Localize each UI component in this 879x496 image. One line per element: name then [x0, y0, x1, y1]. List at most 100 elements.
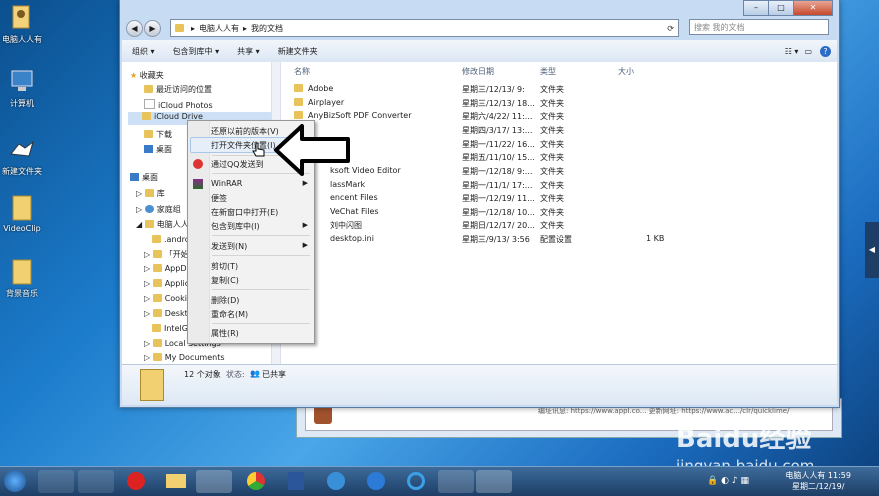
desktop-icon-label: 新建文件夹 [2, 167, 42, 176]
submenu-arrow-icon: ▶ [302, 241, 308, 249]
taskbar-ie[interactable] [398, 470, 434, 493]
start-button[interactable] [4, 470, 26, 492]
nav-user[interactable]: ◢ 电脑人人 [136, 219, 189, 230]
nav-favorites[interactable]: ★ 收藏夹 [130, 70, 164, 81]
star-icon: ★ [130, 71, 138, 80]
maximize-button[interactable]: □ [768, 0, 794, 16]
taskbar-explorer[interactable] [78, 470, 114, 493]
column-header-name[interactable]: 名称 [294, 66, 310, 77]
nav-label: 下载 [156, 130, 172, 139]
taskbar-app-red[interactable] [118, 470, 154, 493]
desktop-icon-user[interactable]: 电脑人人有 [0, 4, 44, 45]
clock[interactable]: 电脑人人有 11:59 星期二/12/19/ [785, 470, 851, 492]
file-type: 文件夹 [540, 112, 564, 121]
taskbar-paint[interactable] [196, 470, 232, 493]
folder-icon [152, 294, 162, 302]
share-button[interactable]: 共享 ▾ [237, 46, 260, 57]
file-name: AnyBizSoft PDF Converter [308, 111, 412, 120]
close-button[interactable]: ✕ [793, 0, 833, 16]
file-type: 文件夹 [540, 85, 564, 94]
minimize-button[interactable]: – [743, 0, 769, 16]
nav-label: 收藏夹 [139, 71, 164, 80]
menu-item-winrar[interactable]: WinRAR [211, 179, 242, 188]
nav-recent[interactable]: 最近访问的位置 [144, 84, 212, 95]
nav-sub-item[interactable]: ▷ AppDa [144, 264, 191, 273]
file-type: 文件夹 [540, 99, 564, 108]
desktop-icon-computer[interactable]: 计算机 [0, 68, 44, 109]
menu-item-rename[interactable]: 重命名(M) [211, 309, 248, 320]
menu-item-open-new-window[interactable]: 在新窗口中打开(E) [211, 207, 278, 218]
nav-sub-item[interactable]: .andro [152, 235, 190, 244]
file-type: 文件夹 [540, 140, 564, 149]
side-collapse-icon[interactable]: ◀ [865, 222, 879, 278]
nav-icloud-photos[interactable]: iCloud Photos [144, 99, 213, 110]
back-button[interactable]: ◀ [126, 20, 143, 37]
homegroup-icon [144, 205, 154, 213]
folder-icon [142, 112, 151, 120]
taskbar-app-blue[interactable] [318, 470, 354, 493]
taskbar-show-desktop[interactable] [38, 470, 74, 493]
address-row: ◀ ▶ ▸ 电脑人人有 ▸ 我的文档 ⟳ 搜索 我的文档 [124, 18, 835, 38]
menu-item-notes[interactable]: 便签 [211, 193, 227, 204]
search-input[interactable]: 搜索 我的文档 [689, 19, 829, 35]
menu-item-cut[interactable]: 剪切(T) [211, 261, 238, 272]
breadcrumb-documents[interactable]: 我的文档 [251, 23, 283, 34]
column-header-date[interactable]: 修改日期 [462, 66, 494, 77]
taskbar-window[interactable] [476, 470, 512, 493]
nav-sub-item[interactable]: ▷ My Documents [144, 353, 225, 362]
ie-icon [407, 472, 425, 490]
desktop-icon-videoclip[interactable]: VideoClip [0, 194, 44, 233]
share-state-label: 状态: [226, 370, 245, 379]
nav-sub-item[interactable]: ▷ Cookie [144, 294, 192, 303]
nav-library[interactable]: ▷ 库 [136, 188, 165, 199]
taskbar-paint2[interactable] [438, 470, 474, 493]
nav-desktop[interactable]: 桌面 [130, 172, 158, 183]
nav-sub-item[interactable]: ▷ Deskto [144, 309, 193, 318]
menu-gutter [188, 121, 210, 343]
nav-homegroup[interactable]: ▷ 家庭组 [136, 204, 181, 215]
file-date: 星期一/12/18/ 10... [462, 208, 535, 217]
column-header-size[interactable]: 大小 [618, 66, 634, 77]
menu-item-include-library[interactable]: 包含到库中(I) [211, 221, 260, 232]
breadcrumb-sep: ▸ [243, 23, 248, 33]
desktop-icon-newfolder[interactable]: 新建文件夹 [0, 136, 44, 177]
new-folder-button[interactable]: 新建文件夹 [278, 46, 318, 57]
address-bar[interactable]: ▸ 电脑人人有 ▸ 我的文档 ⟳ [170, 19, 679, 37]
nav-sub-item[interactable]: ▷ Applic [144, 279, 189, 288]
tray-icons[interactable]: 🔒 ◐ ♪ ▦ [707, 476, 749, 486]
menu-separator [212, 289, 310, 290]
taskbar: 🔒 ◐ ♪ ▦ 电脑人人有 11:59 星期二/12/19/ [0, 466, 879, 496]
nav-downloads[interactable]: 下载 [144, 129, 172, 140]
menu-item-send-qq[interactable]: 通过QQ发送到 [211, 159, 264, 170]
forward-button[interactable]: ▶ [144, 20, 161, 37]
include-library-button[interactable]: 包含到库中 ▾ [173, 46, 220, 57]
taskbar-chrome[interactable] [238, 470, 274, 493]
file-date: 星期日/12/17/ 20... [462, 221, 535, 230]
file-date: 星期四/3/17/ 13:... [462, 126, 533, 135]
menu-item-send-to[interactable]: 发送到(N) [211, 241, 247, 252]
nav-desktop-fav[interactable]: 桌面 [144, 144, 172, 155]
taskbar-word[interactable] [278, 470, 314, 493]
view-options-icon[interactable]: ☷ ▾ [785, 47, 799, 56]
column-header-type[interactable]: 类型 [540, 66, 556, 77]
organize-button[interactable]: 组织 ▾ [132, 46, 155, 57]
menu-item-restore-versions[interactable]: 还原以前的版本(V) [211, 126, 279, 137]
nav-sub-item[interactable]: ▷ 「开始 [144, 249, 189, 260]
file-name: encent Files [330, 193, 378, 202]
desktop-icon-music[interactable]: 背景音乐 [0, 258, 44, 299]
breadcrumb-user[interactable]: 电脑人人有 [199, 23, 239, 34]
refresh-icon[interactable]: ⟳ [667, 24, 674, 33]
file-type: 配置设置 [540, 235, 572, 244]
nav-label: 电脑人人 [156, 220, 189, 229]
preview-pane-icon[interactable]: ▭ [804, 47, 812, 56]
help-icon[interactable]: ? [820, 45, 831, 57]
menu-item-properties[interactable]: 属性(R) [211, 328, 239, 339]
nav-label: 最近访问的位置 [156, 85, 212, 94]
menu-item-copy[interactable]: 复制(C) [211, 275, 239, 286]
taskbar-app-s[interactable] [358, 470, 394, 493]
app-blue-icon [327, 472, 345, 490]
menu-item-delete[interactable]: 删除(D) [211, 295, 239, 306]
nav-sub-item[interactable]: IntelGr [152, 324, 191, 333]
taskbar-folder[interactable] [158, 470, 194, 493]
nav-label: 「开始 [164, 250, 189, 259]
